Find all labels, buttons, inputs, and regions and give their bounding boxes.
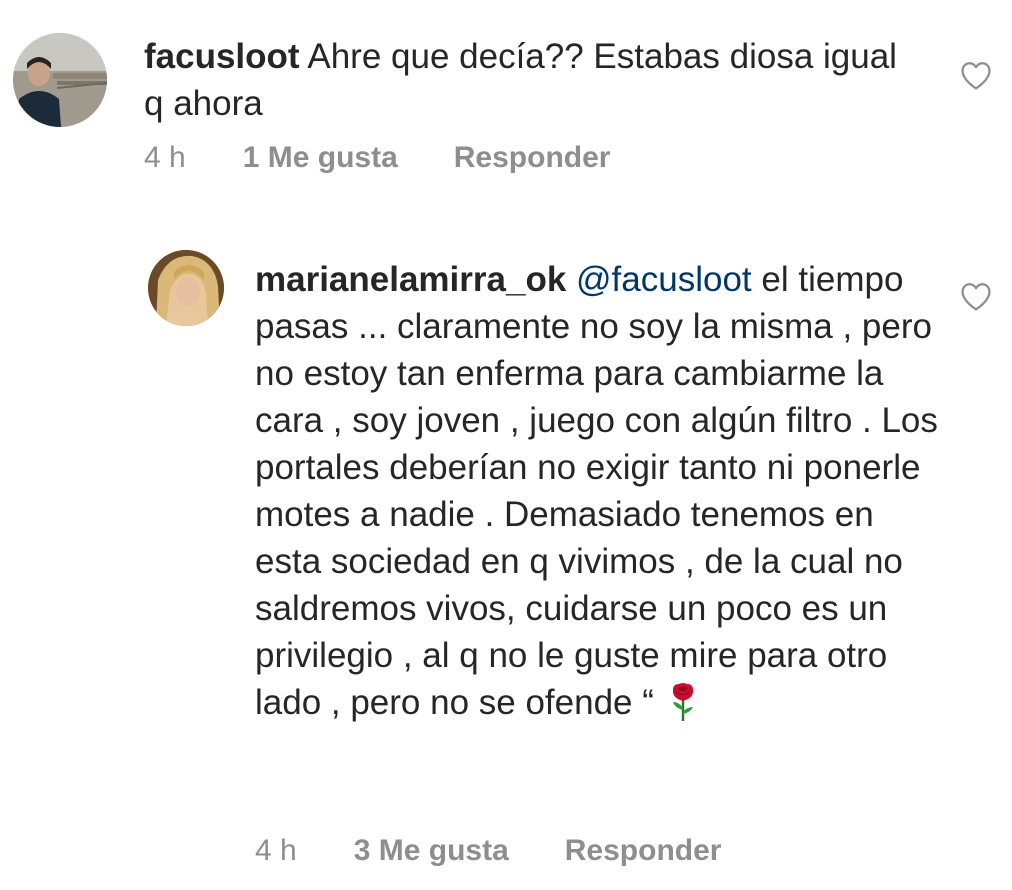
comment-meta: 4 h 3 Me gusta Responder	[255, 834, 721, 868]
comment-timestamp[interactable]: 4 h	[144, 141, 186, 175]
comment-username[interactable]: facusloot	[144, 37, 300, 76]
avatar-marianelamirra-ok[interactable]	[148, 250, 224, 326]
comment-username[interactable]: marianelamirra_ok	[255, 260, 566, 299]
heart-outline-icon[interactable]	[959, 59, 993, 91]
comment-like-count[interactable]: 3 Me gusta	[354, 834, 509, 868]
reply-button[interactable]: Responder	[454, 141, 611, 175]
heart-outline-icon[interactable]	[959, 280, 993, 312]
reply-button[interactable]: Responder	[565, 834, 722, 868]
comment-body: facusloot Ahre que decía?? Estabas diosa…	[144, 33, 904, 127]
mention-link[interactable]: @facusloot	[576, 260, 752, 299]
comment-body: marianelamirra_ok @facusloot el tiempo p…	[255, 256, 945, 726]
comment-text: el tiempo pasas ... claramente no soy la…	[255, 260, 938, 722]
comment-like-count[interactable]: 1 Me gusta	[243, 141, 398, 175]
avatar-facusloot[interactable]	[13, 33, 107, 127]
comment-timestamp[interactable]: 4 h	[255, 834, 297, 868]
comment-meta: 4 h 1 Me gusta Responder	[144, 141, 610, 175]
rose-emoji	[668, 682, 698, 722]
